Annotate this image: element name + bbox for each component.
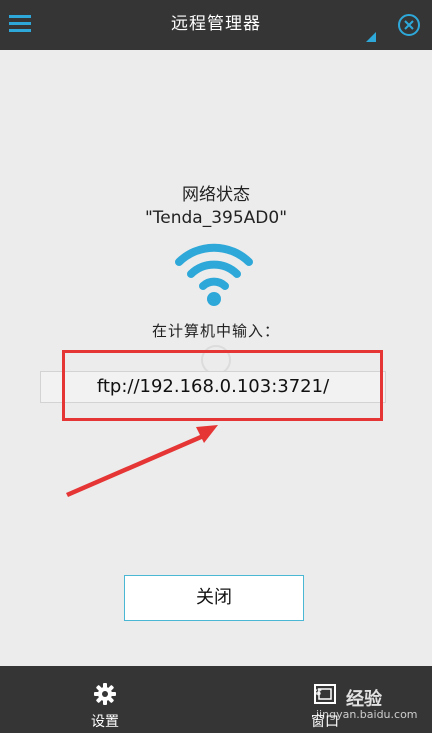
top-bar: 远程管理器 — [0, 0, 432, 50]
wifi-icon — [175, 243, 253, 306]
network-name: "Tenda_395AD0" — [144, 208, 288, 228]
page-title: 远程管理器 — [171, 14, 261, 34]
settings-label: 设置 — [91, 714, 119, 730]
remote-manager-screen: 远程管理器 网络状态 "Tenda_395AD0" 在计算机中输入： ftp:/… — [0, 0, 432, 733]
watermark-url: jingyan.baidu.com — [316, 708, 418, 721]
input-prompt-label: 在计算机中输入： — [151, 322, 280, 340]
annotation-highlight-box — [62, 350, 383, 421]
close-circle-icon — [398, 14, 420, 36]
close-button[interactable] — [397, 13, 421, 37]
settings-button[interactable]: 设置 — [70, 666, 140, 733]
gear-icon — [94, 683, 116, 705]
corner-triangle-icon — [366, 32, 376, 42]
network-status-label: 网络状态 — [182, 185, 250, 205]
baidu-watermark-logo — [315, 688, 322, 696]
close-action-button[interactable]: 关闭 — [124, 575, 304, 621]
annotation-arrow-icon — [66, 425, 218, 497]
